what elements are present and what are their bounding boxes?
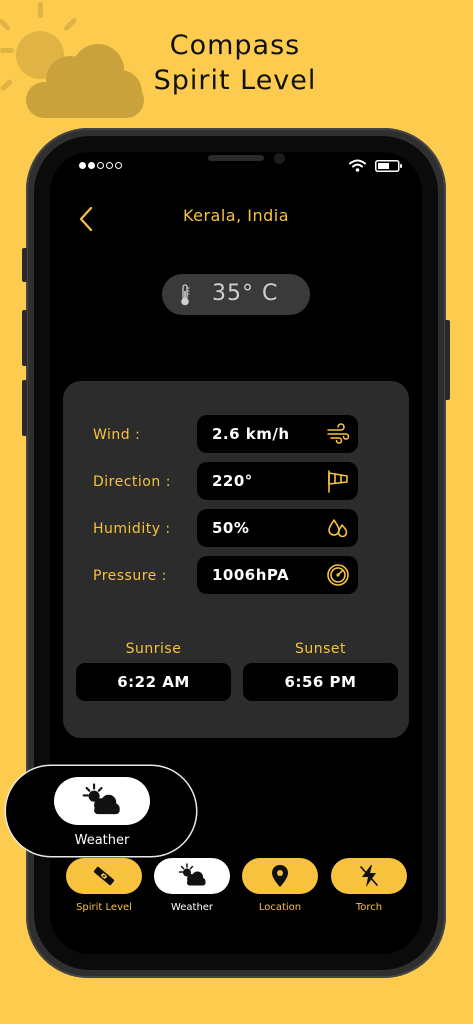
- wind-value: 2.6 km/h: [212, 425, 290, 443]
- pressure-label: Pressure :: [93, 568, 167, 584]
- direction-label: Direction :: [93, 474, 171, 490]
- callout-weather-pill: [54, 777, 150, 825]
- direction-value: 220°: [212, 472, 253, 490]
- nav-weather[interactable]: [154, 858, 230, 894]
- windsock-icon: [328, 470, 348, 493]
- nav-location-label[interactable]: Location: [235, 902, 325, 913]
- phone-power-button: [445, 320, 450, 400]
- chevron-left-icon[interactable]: [76, 205, 96, 233]
- battery-icon: [375, 160, 402, 172]
- sun-cloud-icon: [178, 863, 206, 886]
- sunset-label: Sunset: [294, 641, 347, 657]
- nav-spirit-level[interactable]: [66, 858, 142, 894]
- phone-side-button: [22, 310, 27, 366]
- wind-label: Wind :: [93, 427, 141, 443]
- thermometer-icon: [181, 284, 190, 306]
- spirit-level-icon: [93, 866, 115, 886]
- sunrise-value: 6:22 AM: [117, 673, 190, 691]
- water-drops-icon: [328, 519, 348, 538]
- sunrise-label: Sunrise: [125, 641, 182, 657]
- nav-location[interactable]: [242, 858, 318, 894]
- wifi-icon: [349, 159, 366, 172]
- gauge-icon: [327, 564, 349, 586]
- temperature-value: 35° C: [212, 281, 279, 306]
- phone-speaker: [208, 155, 264, 161]
- location-pin-icon: [272, 865, 288, 887]
- nav-torch[interactable]: [331, 858, 407, 894]
- sunset-value: 6:56 PM: [284, 673, 357, 691]
- callout-weather-label: Weather: [74, 833, 130, 848]
- sun-cloud-icon: [82, 783, 120, 815]
- phone-side-button: [22, 248, 27, 282]
- flash-icon: [360, 865, 378, 887]
- location-title: Kerala, India: [182, 206, 290, 225]
- pressure-value: 1006hPA: [212, 566, 290, 584]
- headline-compass: Compass: [169, 30, 301, 61]
- phone-camera: [274, 153, 285, 164]
- nav-weather-label[interactable]: Weather: [147, 902, 237, 913]
- nav-torch-label[interactable]: Torch: [324, 902, 414, 913]
- nav-spirit-level-label[interactable]: Spirit Level: [59, 902, 149, 913]
- headline-spirit-level: Spirit Level: [153, 65, 317, 96]
- humidity-value: 50%: [212, 519, 250, 537]
- signal-indicator: [79, 162, 122, 169]
- wind-icon: [327, 423, 350, 444]
- phone-side-button: [22, 380, 27, 436]
- humidity-label: Humidity :: [93, 521, 171, 537]
